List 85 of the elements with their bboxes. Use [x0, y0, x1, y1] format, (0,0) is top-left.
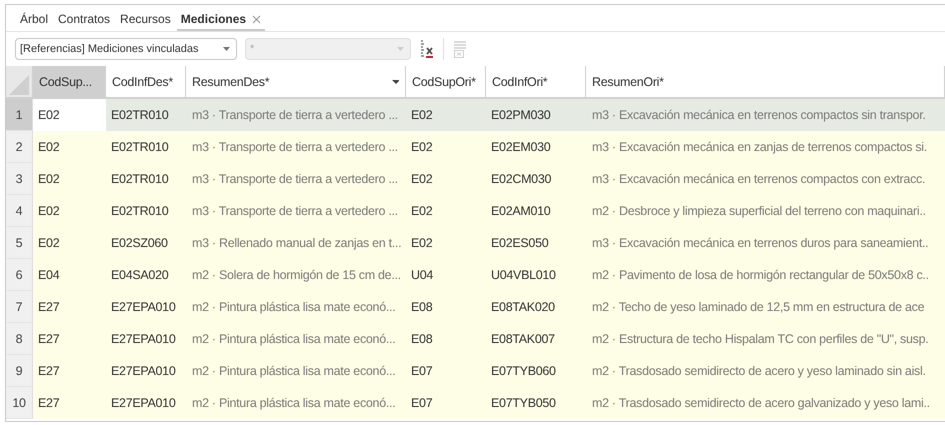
row-number[interactable]: 7 — [6, 291, 33, 323]
table-cell: E27EPA010 — [106, 291, 186, 323]
table-cell: E02ES050 — [486, 227, 586, 259]
table-cell: m3 · Transporte de tierra a vertedero ... — [186, 163, 406, 195]
caret-icon — [397, 47, 404, 51]
table-cell: m2 · Solera de hormigón de 15 cm de... — [186, 259, 406, 291]
row-number[interactable]: 4 — [6, 195, 33, 227]
table-cell: m3 · Transporte de tierra a vertedero ... — [186, 131, 406, 163]
table-cell: E02 — [406, 163, 486, 195]
table-cell: E08 — [406, 323, 486, 355]
table-cell: E07 — [406, 355, 486, 387]
table-cell: m2 · Desbroce y limpieza superficial del terreno con maquinari.. — [586, 195, 945, 227]
row-number[interactable]: 6 — [6, 259, 33, 291]
column-header[interactable]: CodInfOri* — [486, 66, 586, 99]
table-cell: E27EPA010 — [106, 355, 186, 387]
tab[interactable]: Mediciones — [176, 8, 266, 31]
close-icon[interactable] — [252, 14, 262, 24]
row-number[interactable]: 2 — [6, 131, 33, 163]
table-cell: E02CM030 — [486, 163, 586, 195]
table-cell: E27EPA010 — [106, 323, 186, 355]
table-cell: m3 · Excavación mecánica en terrenos compactos con extracc. — [586, 163, 945, 195]
row-number[interactable]: 9 — [6, 355, 33, 387]
table-cell: m3 · Transporte de tierra a vertedero ... — [186, 99, 406, 131]
table-cell: E27 — [33, 355, 106, 387]
table-cell: E02 — [33, 163, 106, 195]
table-cell: E04SA020 — [106, 259, 186, 291]
table-cell: m2 · Pintura plástica lisa mate econó... — [186, 387, 406, 419]
table-cell: E07TYB050 — [486, 387, 586, 419]
table-cell: E02AM010 — [486, 195, 586, 227]
table-cell: E02TR010 — [106, 163, 186, 195]
table-cell: U04VBL010 — [486, 259, 586, 291]
table-cell: m2 · Estructura de techo Hispalam TC con perfiles de "U", susp. — [586, 323, 945, 355]
table-cell: m2 · Pintura plástica lisa mate econó... — [186, 323, 406, 355]
table-cell: E07TYB060 — [486, 355, 586, 387]
table-cell: m2 · Trasdosado semidirecto de acero y yeso laminado sin aisl. — [586, 355, 945, 387]
row-number[interactable]: 10 — [6, 387, 33, 419]
table-cell: E27 — [33, 291, 106, 323]
table-cell: E02PM030 — [486, 99, 586, 131]
table-cell: E02 — [406, 131, 486, 163]
table-cell: E02 — [33, 195, 106, 227]
table-cell: E27 — [33, 387, 106, 419]
table-cell: E02TR010 — [106, 131, 186, 163]
row-number[interactable]: 5 — [6, 227, 33, 259]
table-cell: E08TAK020 — [486, 291, 586, 323]
table-cell: E02TR010 — [106, 99, 186, 131]
table-cell: E02TR010 — [106, 195, 186, 227]
table-cell: m2 · Pintura plástica lisa mate econó... — [186, 355, 406, 387]
table-cell: m2 · Pavimento de losa de hormigón rectangular de 50x50x8 c.. — [586, 259, 945, 291]
view-dropdown[interactable]: [Referencias] Mediciones vinculadas — [15, 38, 237, 60]
column-header[interactable]: ResumenOri* — [586, 66, 945, 99]
table-cell: E02 — [406, 99, 486, 131]
table-cell: E08TAK007 — [486, 323, 586, 355]
tab[interactable]: Contratos — [54, 8, 114, 31]
row-number[interactable]: 8 — [6, 323, 33, 355]
table-cell: m2 · Pintura plástica lisa mate econó... — [186, 291, 406, 323]
table-cell: m3 · Rellenado manual de zanjas en t... — [186, 227, 406, 259]
table-cell: E27 — [33, 323, 106, 355]
table-cell: E02SZ060 — [106, 227, 186, 259]
table-cell: E02 — [33, 227, 106, 259]
table-cell: E02 — [406, 195, 486, 227]
caret-icon — [223, 47, 230, 51]
table-cell: E04 — [33, 259, 106, 291]
table-cell: m3 · Transporte de tierra a vertedero ... — [186, 195, 406, 227]
table-cell: m2 · Trasdosado semidirecto de acero galvanizado y yeso lami.. — [586, 387, 945, 419]
tab[interactable]: Recursos — [116, 8, 175, 31]
table-cell: U04 — [406, 259, 486, 291]
column-header[interactable]: CodInfDes* — [106, 66, 186, 99]
table-cell: m3 · Excavación mecánica en terrenos compactos sin transpor. — [586, 99, 945, 131]
table-cell: m3 · Excavación mecánica en terrenos duros para saneamient.. — [586, 227, 945, 259]
column-header[interactable]: CodSupOri* — [406, 66, 486, 99]
table-cell: E07 — [406, 387, 486, 419]
table-cell: m2 · Techo de yeso laminado de 12,5 mm en estructura de ace — [586, 291, 945, 323]
table-cell: E27EPA010 — [106, 387, 186, 419]
table-cell: E02 — [406, 227, 486, 259]
column-header[interactable]: CodSup... — [33, 66, 106, 99]
dropdown-arrow-icon[interactable] — [392, 80, 399, 84]
clear-filter-icon[interactable] — [419, 39, 435, 59]
column-header[interactable]: ResumenDes* — [186, 66, 406, 99]
row-number[interactable]: 3 — [6, 163, 33, 195]
table-cell: m3 · Excavación mecánica en zanjas de terrenos compactos si. — [586, 131, 945, 163]
table-cell: E02EM030 — [486, 131, 586, 163]
table-cell: E02 — [33, 131, 106, 163]
tab[interactable]: Árbol — [16, 8, 52, 31]
table-cell: E08 — [406, 291, 486, 323]
row-number[interactable]: 1 — [6, 99, 33, 131]
